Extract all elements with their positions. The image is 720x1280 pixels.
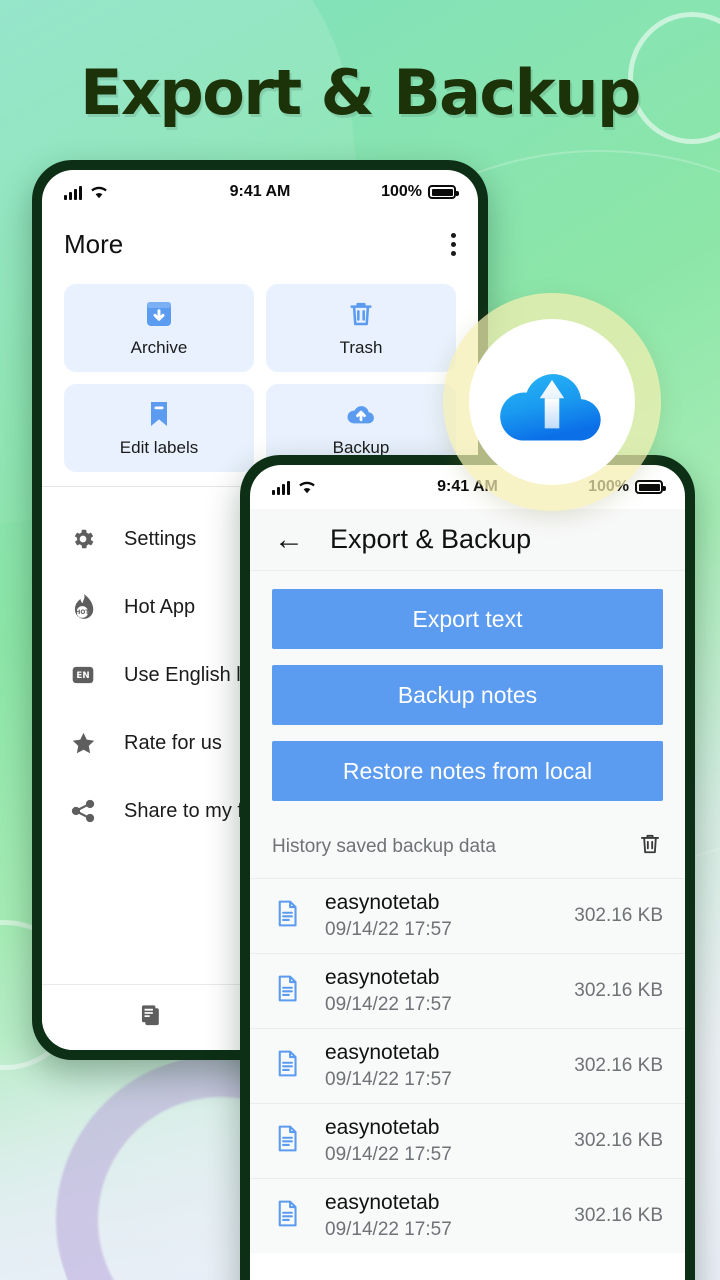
phone2-body: Export text Backup notes Restore notes f… xyxy=(250,571,685,878)
file-name: easynotetab xyxy=(325,1041,440,1064)
file-date: 09/14/22 17:57 xyxy=(325,1069,452,1090)
cloud-upload-icon xyxy=(500,374,601,441)
document-icon xyxy=(272,973,303,1009)
svg-text:HOT: HOT xyxy=(75,610,89,616)
table-row[interactable]: easynotetab 09/14/22 17:57 302.16 KB xyxy=(250,1103,685,1178)
menu-item-label: Hot App xyxy=(124,595,196,618)
file-name: easynotetab xyxy=(325,1116,440,1139)
star-icon xyxy=(68,730,98,757)
file-size: 302.16 KB xyxy=(574,1055,663,1076)
phone1-title: More xyxy=(64,228,124,259)
trash-icon[interactable] xyxy=(637,831,663,862)
file-date: 09/14/22 17:57 xyxy=(325,1144,452,1165)
hot-flame-icon: HOT xyxy=(68,593,98,621)
document-icon xyxy=(272,898,303,934)
table-row[interactable]: easynotetab 09/14/22 17:57 302.16 KB xyxy=(250,878,685,953)
menu-item-label: Rate for us xyxy=(124,731,222,754)
history-label: History saved backup data xyxy=(272,835,496,857)
back-arrow-icon[interactable]: ← xyxy=(274,524,304,555)
restore-notes-button[interactable]: Restore notes from local xyxy=(272,741,663,801)
file-name: easynotetab xyxy=(325,1191,440,1214)
file-meta: easynotetab 09/14/22 17:57 xyxy=(325,1191,552,1241)
file-date: 09/14/22 17:57 xyxy=(325,919,452,940)
grid-card-label: Edit labels xyxy=(119,438,199,457)
export-text-button[interactable]: Export text xyxy=(272,589,663,649)
en-language-icon: EN xyxy=(68,662,98,688)
archive-download-icon xyxy=(147,302,171,326)
svg-text:EN: EN xyxy=(76,671,89,681)
cloud-upload-icon xyxy=(347,406,374,424)
file-name: easynotetab xyxy=(325,891,440,914)
gear-icon xyxy=(68,526,98,552)
backup-notes-button[interactable]: Backup notes xyxy=(272,665,663,725)
page-title: Export & Backup xyxy=(80,56,641,129)
grid-card-archive[interactable]: Archive xyxy=(64,284,254,372)
backup-file-list: easynotetab 09/14/22 17:57 302.16 KB eas… xyxy=(250,878,685,1253)
phone2-title: Export & Backup xyxy=(330,524,532,554)
file-size: 302.16 KB xyxy=(574,1130,663,1151)
phone1-status-bar: 9:41 AM 100% xyxy=(42,170,478,214)
table-row[interactable]: easynotetab 09/14/22 17:57 302.16 KB xyxy=(250,953,685,1028)
trash-icon xyxy=(350,302,372,326)
cloud-backup-badge xyxy=(443,293,661,511)
file-meta: easynotetab 09/14/22 17:57 xyxy=(325,891,552,941)
menu-item-label: Settings xyxy=(124,527,197,550)
notes-stack-icon[interactable] xyxy=(138,1002,165,1034)
file-size: 302.16 KB xyxy=(574,1205,663,1226)
phone1-appbar: More xyxy=(42,214,478,274)
battery-full-icon xyxy=(635,480,666,494)
file-date: 09/14/22 17:57 xyxy=(325,994,452,1015)
table-row[interactable]: easynotetab 09/14/22 17:57 302.16 KB xyxy=(250,1178,685,1253)
phone-mockup-export-backup-screen: 9:41 AM 100% ← Export & Backup Export te… xyxy=(240,455,695,1280)
document-icon xyxy=(272,1198,303,1234)
file-size: 302.16 KB xyxy=(574,980,663,1001)
grid-card-label: Archive xyxy=(130,338,188,357)
cloud-backup-badge-inner xyxy=(469,319,635,485)
file-meta: easynotetab 09/14/22 17:57 xyxy=(325,966,552,1016)
table-row[interactable]: easynotetab 09/14/22 17:57 302.16 KB xyxy=(250,1028,685,1103)
phone2-screen: 9:41 AM 100% ← Export & Backup Export te… xyxy=(250,465,685,1280)
battery-full-icon xyxy=(428,185,459,199)
file-meta: easynotetab 09/14/22 17:57 xyxy=(325,1116,552,1166)
file-meta: easynotetab 09/14/22 17:57 xyxy=(325,1041,552,1091)
share-icon xyxy=(68,798,98,824)
grid-card-label: Trash xyxy=(339,338,383,357)
file-date: 09/14/22 17:57 xyxy=(325,1219,452,1240)
grid-card-trash[interactable]: Trash xyxy=(266,284,456,372)
promo-stage: Export & Backup 9:41 AM 100% More Archiv… xyxy=(0,0,720,1280)
phone2-appbar: ← Export & Backup xyxy=(250,509,685,571)
grid-card-edit-labels[interactable]: Edit labels xyxy=(64,384,254,472)
status-time: 9:41 AM xyxy=(229,183,291,200)
kebab-menu-icon[interactable] xyxy=(451,232,456,256)
quick-actions-grid: Archive Trash Edit labels Backup xyxy=(42,274,478,472)
document-icon xyxy=(272,1048,303,1084)
history-header: History saved backup data xyxy=(272,817,663,878)
document-icon xyxy=(272,1123,303,1159)
file-size: 302.16 KB xyxy=(574,905,663,926)
bookmark-label-icon xyxy=(151,402,167,426)
file-name: easynotetab xyxy=(325,966,440,989)
